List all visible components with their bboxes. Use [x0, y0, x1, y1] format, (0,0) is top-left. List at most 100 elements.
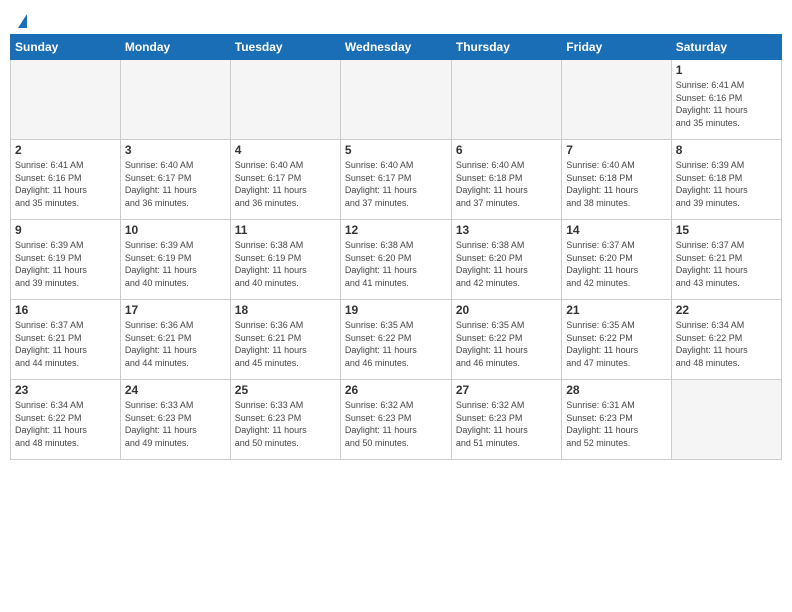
- day-number: 7: [566, 143, 666, 157]
- day-info: Sunrise: 6:35 AM Sunset: 6:22 PM Dayligh…: [456, 319, 557, 369]
- calendar-cell: 12 Sunrise: 6:38 AM Sunset: 6:20 PM Dayli…: [340, 220, 451, 300]
- day-number: 6: [456, 143, 557, 157]
- day-info: Sunrise: 6:39 AM Sunset: 6:19 PM Dayligh…: [15, 239, 116, 289]
- calendar-cell: 22 Sunrise: 6:34 AM Sunset: 6:22 PM Dayli…: [671, 300, 781, 380]
- calendar-cell: 28 Sunrise: 6:31 AM Sunset: 6:23 PM Dayli…: [562, 380, 671, 460]
- day-info: Sunrise: 6:38 AM Sunset: 6:19 PM Dayligh…: [235, 239, 336, 289]
- day-number: 26: [345, 383, 447, 397]
- day-number: 10: [125, 223, 226, 237]
- day-info: Sunrise: 6:40 AM Sunset: 6:17 PM Dayligh…: [235, 159, 336, 209]
- calendar-cell: 18Sunrise: 6:36 AM Sunset: 6:21 PM Dayli…: [230, 300, 340, 380]
- day-number: 20: [456, 303, 557, 317]
- day-number: 21: [566, 303, 666, 317]
- day-number: 24: [125, 383, 226, 397]
- calendar-cell: [230, 60, 340, 140]
- calendar-cell: 25 Sunrise: 6:33 AM Sunset: 6:23 PM Dayli…: [230, 380, 340, 460]
- day-number: 27: [456, 383, 557, 397]
- day-number: 23: [15, 383, 116, 397]
- calendar-week-row: 16 Sunrise: 6:37 AM Sunset: 6:21 PM Dayli…: [11, 300, 782, 380]
- calendar-cell: 11 Sunrise: 6:38 AM Sunset: 6:19 PM Dayli…: [230, 220, 340, 300]
- weekday-header-sunday: Sunday: [11, 35, 121, 60]
- day-number: 28: [566, 383, 666, 397]
- calendar-cell: 13Sunrise: 6:38 AM Sunset: 6:20 PM Dayli…: [451, 220, 561, 300]
- day-info: Sunrise: 6:37 AM Sunset: 6:21 PM Dayligh…: [15, 319, 116, 369]
- day-number: 19: [345, 303, 447, 317]
- calendar-cell: 8 Sunrise: 6:39 AM Sunset: 6:18 PM Daylig…: [671, 140, 781, 220]
- page-header: [10, 10, 782, 28]
- day-info: Sunrise: 6:41 AM Sunset: 6:16 PM Dayligh…: [15, 159, 116, 209]
- calendar-cell: 14Sunrise: 6:37 AM Sunset: 6:20 PM Dayli…: [562, 220, 671, 300]
- calendar-header-row: SundayMondayTuesdayWednesdayThursdayFrid…: [11, 35, 782, 60]
- day-number: 8: [676, 143, 777, 157]
- day-info: Sunrise: 6:36 AM Sunset: 6:21 PM Dayligh…: [125, 319, 226, 369]
- calendar-cell: 7Sunrise: 6:40 AM Sunset: 6:18 PM Daylig…: [562, 140, 671, 220]
- calendar-cell: [671, 380, 781, 460]
- day-info: Sunrise: 6:37 AM Sunset: 6:21 PM Dayligh…: [676, 239, 777, 289]
- calendar-cell: 6 Sunrise: 6:40 AM Sunset: 6:18 PM Daylig…: [451, 140, 561, 220]
- day-info: Sunrise: 6:31 AM Sunset: 6:23 PM Dayligh…: [566, 399, 666, 449]
- calendar-week-row: 9 Sunrise: 6:39 AM Sunset: 6:19 PM Daylig…: [11, 220, 782, 300]
- calendar-cell: 20 Sunrise: 6:35 AM Sunset: 6:22 PM Dayli…: [451, 300, 561, 380]
- calendar-cell: 3 Sunrise: 6:40 AM Sunset: 6:17 PM Daylig…: [120, 140, 230, 220]
- weekday-header-monday: Monday: [120, 35, 230, 60]
- day-number: 2: [15, 143, 116, 157]
- day-info: Sunrise: 6:34 AM Sunset: 6:22 PM Dayligh…: [676, 319, 777, 369]
- calendar-cell: [11, 60, 121, 140]
- weekday-header-saturday: Saturday: [671, 35, 781, 60]
- day-number: 1: [676, 63, 777, 77]
- calendar-week-row: 23Sunrise: 6:34 AM Sunset: 6:22 PM Dayli…: [11, 380, 782, 460]
- calendar-cell: [340, 60, 451, 140]
- calendar-table: SundayMondayTuesdayWednesdayThursdayFrid…: [10, 34, 782, 460]
- day-number: 12: [345, 223, 447, 237]
- calendar-cell: 10 Sunrise: 6:39 AM Sunset: 6:19 PM Dayli…: [120, 220, 230, 300]
- day-number: 3: [125, 143, 226, 157]
- calendar-cell: 24 Sunrise: 6:33 AM Sunset: 6:23 PM Dayli…: [120, 380, 230, 460]
- day-info: Sunrise: 6:32 AM Sunset: 6:23 PM Dayligh…: [456, 399, 557, 449]
- day-info: Sunrise: 6:39 AM Sunset: 6:19 PM Dayligh…: [125, 239, 226, 289]
- logo: [16, 14, 27, 24]
- calendar-cell: 16 Sunrise: 6:37 AM Sunset: 6:21 PM Dayli…: [11, 300, 121, 380]
- day-number: 13: [456, 223, 557, 237]
- calendar-cell: 23Sunrise: 6:34 AM Sunset: 6:22 PM Dayli…: [11, 380, 121, 460]
- day-info: Sunrise: 6:35 AM Sunset: 6:22 PM Dayligh…: [345, 319, 447, 369]
- day-number: 22: [676, 303, 777, 317]
- day-number: 9: [15, 223, 116, 237]
- calendar-cell: [120, 60, 230, 140]
- calendar-cell: 21 Sunrise: 6:35 AM Sunset: 6:22 PM Dayli…: [562, 300, 671, 380]
- calendar-cell: 26 Sunrise: 6:32 AM Sunset: 6:23 PM Dayli…: [340, 380, 451, 460]
- day-info: Sunrise: 6:40 AM Sunset: 6:18 PM Dayligh…: [456, 159, 557, 209]
- day-number: 25: [235, 383, 336, 397]
- day-number: 4: [235, 143, 336, 157]
- day-info: Sunrise: 6:32 AM Sunset: 6:23 PM Dayligh…: [345, 399, 447, 449]
- calendar-week-row: 2 Sunrise: 6:41 AM Sunset: 6:16 PM Daylig…: [11, 140, 782, 220]
- day-number: 15: [676, 223, 777, 237]
- day-info: Sunrise: 6:33 AM Sunset: 6:23 PM Dayligh…: [125, 399, 226, 449]
- calendar-cell: 9 Sunrise: 6:39 AM Sunset: 6:19 PM Daylig…: [11, 220, 121, 300]
- calendar-cell: [562, 60, 671, 140]
- day-info: Sunrise: 6:39 AM Sunset: 6:18 PM Dayligh…: [676, 159, 777, 209]
- day-info: Sunrise: 6:40 AM Sunset: 6:17 PM Dayligh…: [345, 159, 447, 209]
- calendar-cell: 27 Sunrise: 6:32 AM Sunset: 6:23 PM Dayli…: [451, 380, 561, 460]
- day-info: Sunrise: 6:38 AM Sunset: 6:20 PM Dayligh…: [345, 239, 447, 289]
- calendar-cell: 17 Sunrise: 6:36 AM Sunset: 6:21 PM Dayli…: [120, 300, 230, 380]
- calendar-cell: 1 Sunrise: 6:41 AM Sunset: 6:16 PM Daylig…: [671, 60, 781, 140]
- day-number: 5: [345, 143, 447, 157]
- calendar-cell: 2 Sunrise: 6:41 AM Sunset: 6:16 PM Daylig…: [11, 140, 121, 220]
- weekday-header-tuesday: Tuesday: [230, 35, 340, 60]
- day-info: Sunrise: 6:41 AM Sunset: 6:16 PM Dayligh…: [676, 79, 777, 129]
- calendar-cell: [451, 60, 561, 140]
- day-info: Sunrise: 6:40 AM Sunset: 6:17 PM Dayligh…: [125, 159, 226, 209]
- day-info: Sunrise: 6:35 AM Sunset: 6:22 PM Dayligh…: [566, 319, 666, 369]
- day-number: 18: [235, 303, 336, 317]
- day-number: 11: [235, 223, 336, 237]
- day-number: 16: [15, 303, 116, 317]
- weekday-header-wednesday: Wednesday: [340, 35, 451, 60]
- logo-arrow-icon: [18, 14, 27, 28]
- day-info: Sunrise: 6:33 AM Sunset: 6:23 PM Dayligh…: [235, 399, 336, 449]
- calendar-cell: 4 Sunrise: 6:40 AM Sunset: 6:17 PM Daylig…: [230, 140, 340, 220]
- calendar-cell: 5 Sunrise: 6:40 AM Sunset: 6:17 PM Daylig…: [340, 140, 451, 220]
- calendar-week-row: 1 Sunrise: 6:41 AM Sunset: 6:16 PM Daylig…: [11, 60, 782, 140]
- day-info: Sunrise: 6:37 AM Sunset: 6:20 PM Dayligh…: [566, 239, 666, 289]
- calendar-cell: 19 Sunrise: 6:35 AM Sunset: 6:22 PM Dayli…: [340, 300, 451, 380]
- day-number: 17: [125, 303, 226, 317]
